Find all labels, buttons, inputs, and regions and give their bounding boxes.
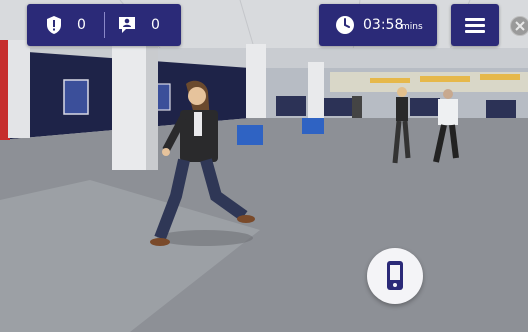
clock-icon — [336, 16, 354, 34]
badges-count: 0 — [77, 17, 86, 33]
close-button[interactable] — [510, 16, 528, 36]
counter-divider — [104, 12, 105, 38]
counters-panel: 0 0 — [27, 4, 181, 46]
npc-distant — [352, 96, 362, 118]
wall-poster — [63, 79, 89, 115]
floor-sign — [302, 118, 324, 134]
mobile-phone-icon — [387, 261, 403, 290]
timer-value: 03:58 — [363, 17, 404, 33]
menu-button[interactable] — [451, 4, 499, 46]
messages-count: 0 — [151, 17, 160, 33]
shield-exclamation-icon — [47, 16, 61, 34]
close-icon — [515, 21, 525, 31]
floor-sign — [237, 125, 263, 145]
timer-panel: 03:58 mins — [319, 4, 437, 46]
game-scene[interactable] — [0, 0, 528, 332]
phone-button[interactable] — [367, 248, 423, 304]
person-speech-bubble-icon — [119, 17, 135, 33]
timer-unit: mins — [401, 22, 423, 32]
